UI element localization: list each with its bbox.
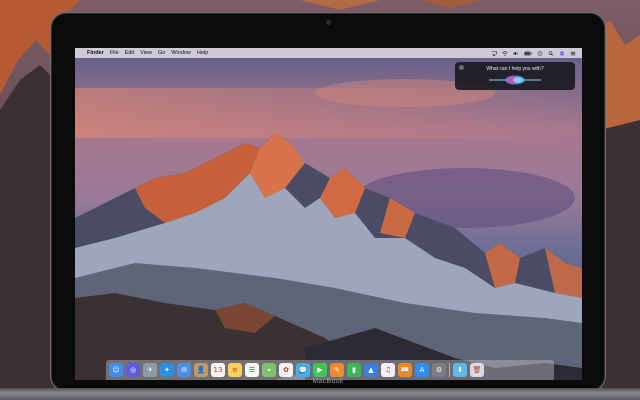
app-store-icon[interactable]: A xyxy=(415,363,429,377)
status-area xyxy=(491,50,576,56)
contacts-icon[interactable]: 👤 xyxy=(194,363,208,377)
siri-waveform-icon xyxy=(489,75,541,85)
dock: ☺ ◎ ✈ ✦ ✉ 👤 13 ≡ ☰ ⌖ ✿ 💬 ▶ ✎ ▮ ▲ ♫ 📖 A ⚙ ⬇ 🗑 xyxy=(106,360,554,380)
menu-item-file[interactable]: File xyxy=(110,50,119,56)
messages-icon[interactable]: 💬 xyxy=(296,363,310,377)
wifi-icon[interactable] xyxy=(502,50,508,56)
trash-icon[interactable]: 🗑 xyxy=(470,363,484,377)
photos-icon[interactable]: ✿ xyxy=(279,363,293,377)
macbook-device: Finder File Edit View Go Window Help Wha… xyxy=(52,14,604,390)
camera-icon xyxy=(326,20,331,25)
menu-item-window[interactable]: Window xyxy=(171,50,191,56)
ibooks-icon[interactable]: 📖 xyxy=(398,363,412,377)
notification-center-icon[interactable] xyxy=(570,51,576,56)
menu-item-edit[interactable]: Edit xyxy=(125,50,134,56)
volume-icon[interactable] xyxy=(513,51,519,56)
menu-item-go[interactable]: Go xyxy=(158,50,165,56)
reminders-icon[interactable]: ☰ xyxy=(245,363,259,377)
menu-bar: Finder File Edit View Go Window Help xyxy=(75,48,582,58)
safari-icon[interactable]: ✦ xyxy=(160,363,174,377)
battery-icon[interactable] xyxy=(524,51,532,56)
desktop-wallpaper xyxy=(75,48,582,380)
siri-icon[interactable]: ◎ xyxy=(126,363,140,377)
system-preferences-icon[interactable]: ⚙ xyxy=(432,363,446,377)
dock-separator xyxy=(449,363,450,377)
spotlight-search-icon[interactable] xyxy=(548,50,554,56)
calendar-icon[interactable]: 13 xyxy=(211,363,225,377)
device-label: MacBook xyxy=(312,378,344,385)
pages-icon[interactable]: ✎ xyxy=(330,363,344,377)
airplay-icon[interactable] xyxy=(491,50,497,56)
facetime-icon[interactable]: ▶ xyxy=(313,363,327,377)
menu-item-help[interactable]: Help xyxy=(197,50,208,56)
launchpad-icon[interactable]: ✈ xyxy=(143,363,157,377)
siri-panel[interactable]: What can I help you with? xyxy=(455,62,575,90)
clock-icon[interactable] xyxy=(537,50,543,56)
menu-app-name[interactable]: Finder xyxy=(87,50,104,56)
downloads-folder-icon[interactable]: ⬇ xyxy=(453,363,467,377)
siri-prompt: What can I help you with? xyxy=(486,66,544,72)
finder-icon[interactable]: ☺ xyxy=(109,363,123,377)
numbers-icon[interactable]: ▮ xyxy=(347,363,361,377)
menu-item-view[interactable]: View xyxy=(140,50,152,56)
screen: Finder File Edit View Go Window Help Wha… xyxy=(75,48,582,380)
keynote-icon[interactable]: ▲ xyxy=(364,363,378,377)
maps-icon[interactable]: ⌖ xyxy=(262,363,276,377)
notes-icon[interactable]: ≡ xyxy=(228,363,242,377)
laptop-base xyxy=(0,388,640,400)
mail-icon[interactable]: ✉ xyxy=(177,363,191,377)
siri-menu-icon[interactable] xyxy=(559,50,565,56)
itunes-icon[interactable]: ♫ xyxy=(381,363,395,377)
